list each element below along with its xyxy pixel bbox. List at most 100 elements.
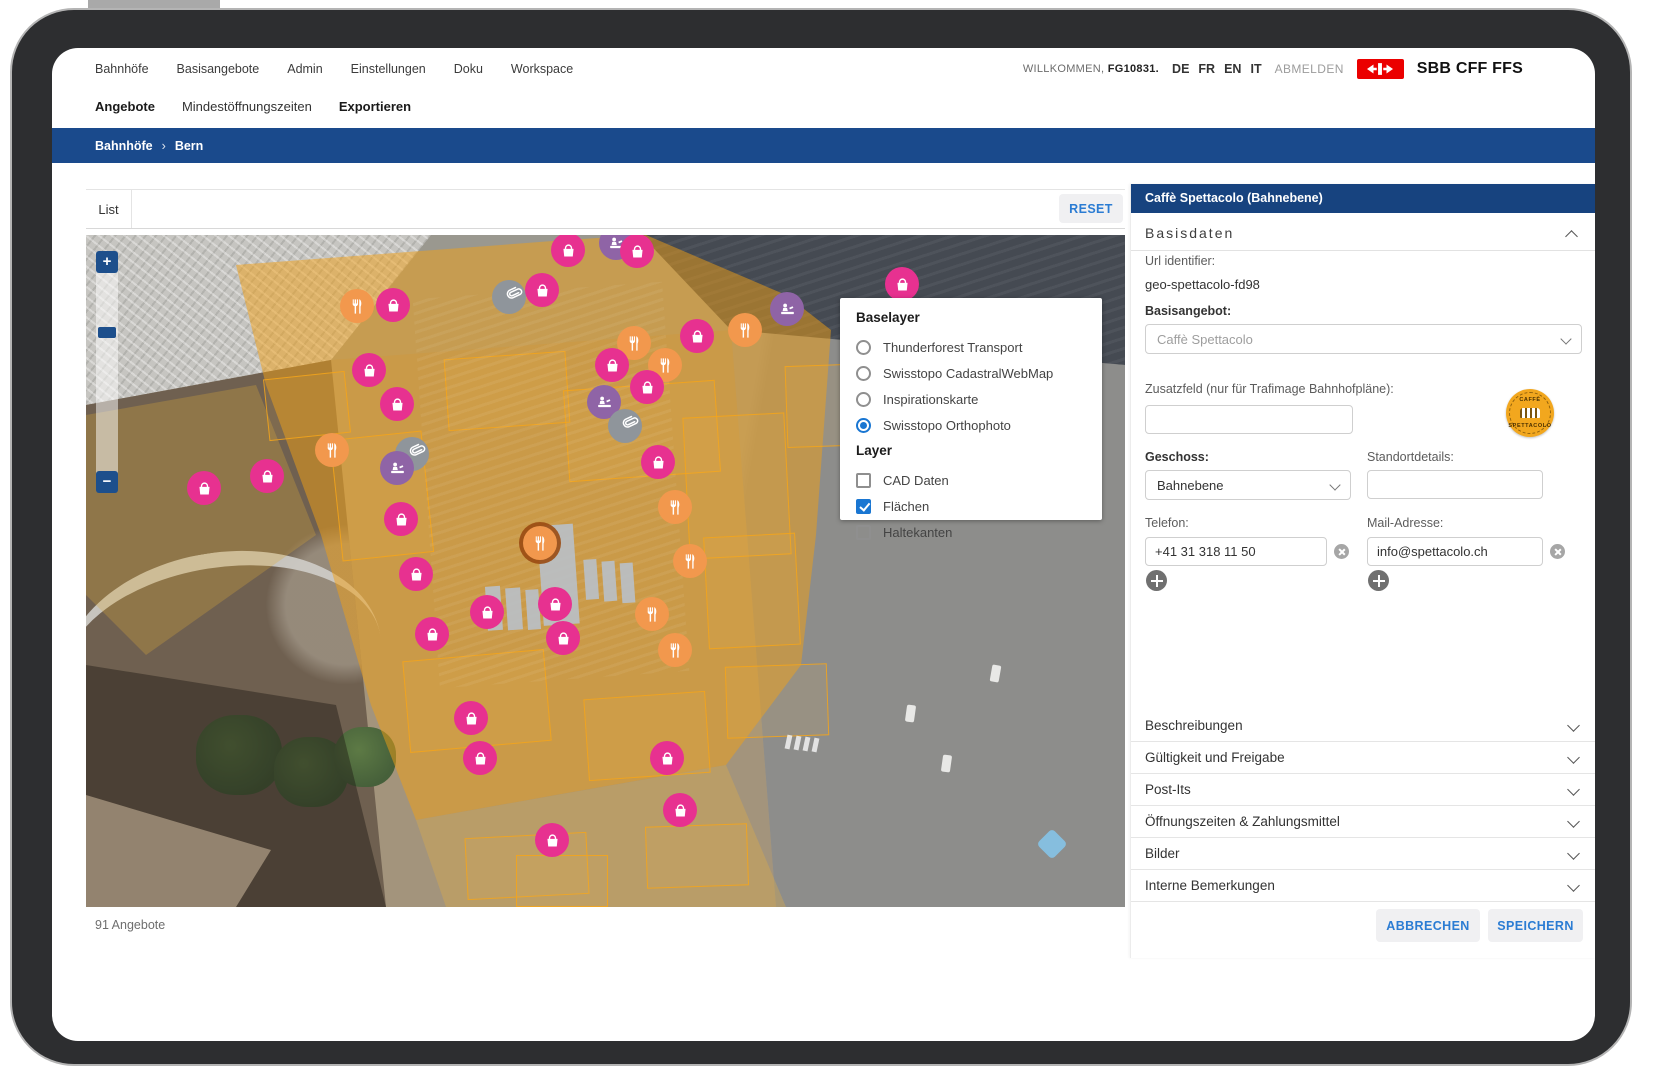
- map-marker-bag[interactable]: [680, 319, 714, 353]
- map-marker-bag[interactable]: [595, 348, 629, 382]
- breadcrumb: Bahnhöfe › Bern: [52, 128, 1595, 163]
- accordion-bilder[interactable]: Bilder: [1131, 838, 1595, 870]
- breadcrumb-root[interactable]: Bahnhöfe: [95, 139, 153, 153]
- accordion-post-its[interactable]: Post-Its: [1131, 774, 1595, 806]
- accordion-interne-bemerkungen[interactable]: Interne Bemerkungen: [1131, 870, 1595, 902]
- accordion-label: Post-Its: [1145, 782, 1191, 797]
- map-marker-bag[interactable]: [546, 621, 580, 655]
- map-marker-bag[interactable]: [535, 823, 569, 857]
- map-marker-bag[interactable]: [415, 617, 449, 651]
- map-marker-bag[interactable]: [399, 557, 433, 591]
- radio-icon[interactable]: [856, 418, 871, 433]
- clear-mail-icon[interactable]: [1550, 544, 1565, 559]
- cancel-button[interactable]: ABBRECHEN: [1376, 909, 1480, 942]
- geschoss-label: Geschoss:: [1145, 450, 1209, 464]
- nav-item-doku[interactable]: Doku: [454, 62, 483, 76]
- add-mail-button[interactable]: [1368, 570, 1389, 591]
- map-platform: [620, 562, 636, 603]
- layer-option-cad-daten[interactable]: CAD Daten: [856, 467, 1102, 493]
- radio-icon[interactable]: [856, 366, 871, 381]
- nav-item-workspace[interactable]: Workspace: [511, 62, 573, 76]
- tab-list[interactable]: List: [86, 190, 132, 228]
- map-marker-bag[interactable]: [250, 459, 284, 493]
- baselayer-option-thunderforest-transport[interactable]: Thunderforest Transport: [856, 334, 1102, 360]
- subnav-item-angebote[interactable]: Angebote: [95, 99, 155, 114]
- map-marker-bag[interactable]: [376, 288, 410, 322]
- map-marker-bag[interactable]: [885, 267, 919, 301]
- map-marker-bag[interactable]: [630, 370, 664, 404]
- subnav-item-mindest-ffnungszeiten[interactable]: Mindestöffnungszeiten: [182, 99, 312, 114]
- map-marker-fork[interactable]: [673, 544, 707, 578]
- baselayer-option-inspirationskarte[interactable]: Inspirationskarte: [856, 386, 1102, 412]
- layer-option-fl-chen[interactable]: Flächen: [856, 493, 1102, 519]
- checkbox-icon[interactable]: [856, 525, 871, 540]
- zusatzfeld-input[interactable]: [1145, 405, 1353, 434]
- map-marker-bag[interactable]: [384, 502, 418, 536]
- subnav-item-exportieren[interactable]: Exportieren: [339, 99, 411, 114]
- map-marker-bag[interactable]: [470, 595, 504, 629]
- mail-input[interactable]: [1367, 537, 1543, 566]
- logo-text-bottom: SPETTACOLO: [1506, 423, 1554, 429]
- save-button[interactable]: SPEICHERN: [1488, 909, 1583, 942]
- map-marker-bag[interactable]: [538, 587, 572, 621]
- map-marker-bag[interactable]: [352, 353, 386, 387]
- checkbox-icon[interactable]: [856, 473, 871, 488]
- zoom-out-button[interactable]: −: [96, 471, 118, 493]
- language-fr[interactable]: FR: [1198, 62, 1215, 76]
- baselayer-option-swisstopo-orthophoto[interactable]: Swisstopo Orthophoto: [856, 412, 1102, 438]
- map-marker-bag[interactable]: [663, 793, 697, 827]
- breadcrumb-current: Bern: [175, 139, 203, 153]
- add-telefon-button[interactable]: [1146, 570, 1167, 591]
- map-marker-fork[interactable]: [340, 289, 374, 323]
- nav-item-einstellungen[interactable]: Einstellungen: [351, 62, 426, 76]
- basisangebot-value: Caffè Spettacolo: [1157, 332, 1253, 347]
- language-it[interactable]: IT: [1250, 62, 1261, 76]
- section-basisdaten[interactable]: Basisdaten: [1145, 225, 1234, 241]
- reset-button[interactable]: RESET: [1059, 194, 1123, 223]
- accordion-beschreibungen[interactable]: Beschreibungen: [1131, 710, 1595, 742]
- map-marker-fork[interactable]: [635, 597, 669, 631]
- baselayer-option-swisstopo-cadastralwebmap[interactable]: Swisstopo CadastralWebMap: [856, 360, 1102, 386]
- accordion-ffnungszeiten-zahlungsmittel[interactable]: Öffnungszeiten & Zahlungsmittel: [1131, 806, 1595, 838]
- zoom-in-button[interactable]: +: [96, 251, 118, 273]
- map-marker-fork[interactable]: [728, 313, 762, 347]
- radio-icon[interactable]: [856, 392, 871, 407]
- layer-option-haltekanten[interactable]: Haltekanten: [856, 519, 1102, 545]
- map-marker-fork[interactable]: [523, 526, 557, 560]
- chevron-up-icon[interactable]: [1565, 230, 1578, 243]
- clear-telefon-icon[interactable]: [1334, 544, 1349, 559]
- map-marker-fork[interactable]: [658, 490, 692, 524]
- nav-item-admin[interactable]: Admin: [287, 62, 322, 76]
- map-marker-bag[interactable]: [187, 471, 221, 505]
- map-marker-bag[interactable]: [454, 701, 488, 735]
- map-marker-clip[interactable]: [492, 280, 526, 314]
- map-marker-bag[interactable]: [463, 741, 497, 775]
- nav-item-basisangebote[interactable]: Basisangebote: [177, 62, 260, 76]
- zoom-slider-handle[interactable]: [98, 327, 116, 338]
- map-platform: [505, 587, 523, 630]
- accordion-g-ltigkeit-und-freigabe[interactable]: Gültigkeit und Freigabe: [1131, 742, 1595, 774]
- radio-icon[interactable]: [856, 340, 871, 355]
- telefon-input[interactable]: [1145, 537, 1327, 566]
- standortdetails-input[interactable]: [1367, 470, 1543, 499]
- map-marker-bag[interactable]: [525, 273, 559, 307]
- map-marker-bag[interactable]: [650, 741, 684, 775]
- map-marker-bag[interactable]: [620, 235, 654, 268]
- nav-item-bahnh-fe[interactable]: Bahnhöfe: [95, 62, 149, 76]
- map-marker-clip[interactable]: [608, 409, 642, 443]
- language-en[interactable]: EN: [1224, 62, 1241, 76]
- zoom-slider-track[interactable]: [96, 251, 118, 493]
- language-de[interactable]: DE: [1172, 62, 1189, 76]
- map-marker-desk[interactable]: [770, 292, 804, 326]
- map-marker-bag[interactable]: [380, 387, 414, 421]
- geschoss-select[interactable]: Bahnebene: [1145, 470, 1351, 500]
- logout-link[interactable]: ABMELDEN: [1275, 62, 1344, 76]
- map-marker-fork[interactable]: [658, 633, 692, 667]
- map-canvas[interactable]: + − Baselayer Thunderforest TransportSwi…: [86, 235, 1125, 907]
- map-marker-fork[interactable]: [315, 433, 349, 467]
- map-marker-desk[interactable]: [380, 451, 414, 485]
- map-marker-bag[interactable]: [641, 445, 675, 479]
- accordion-label: Bilder: [1145, 846, 1180, 861]
- basisangebot-select[interactable]: Caffè Spettacolo: [1145, 324, 1582, 354]
- checkbox-icon[interactable]: [856, 499, 871, 514]
